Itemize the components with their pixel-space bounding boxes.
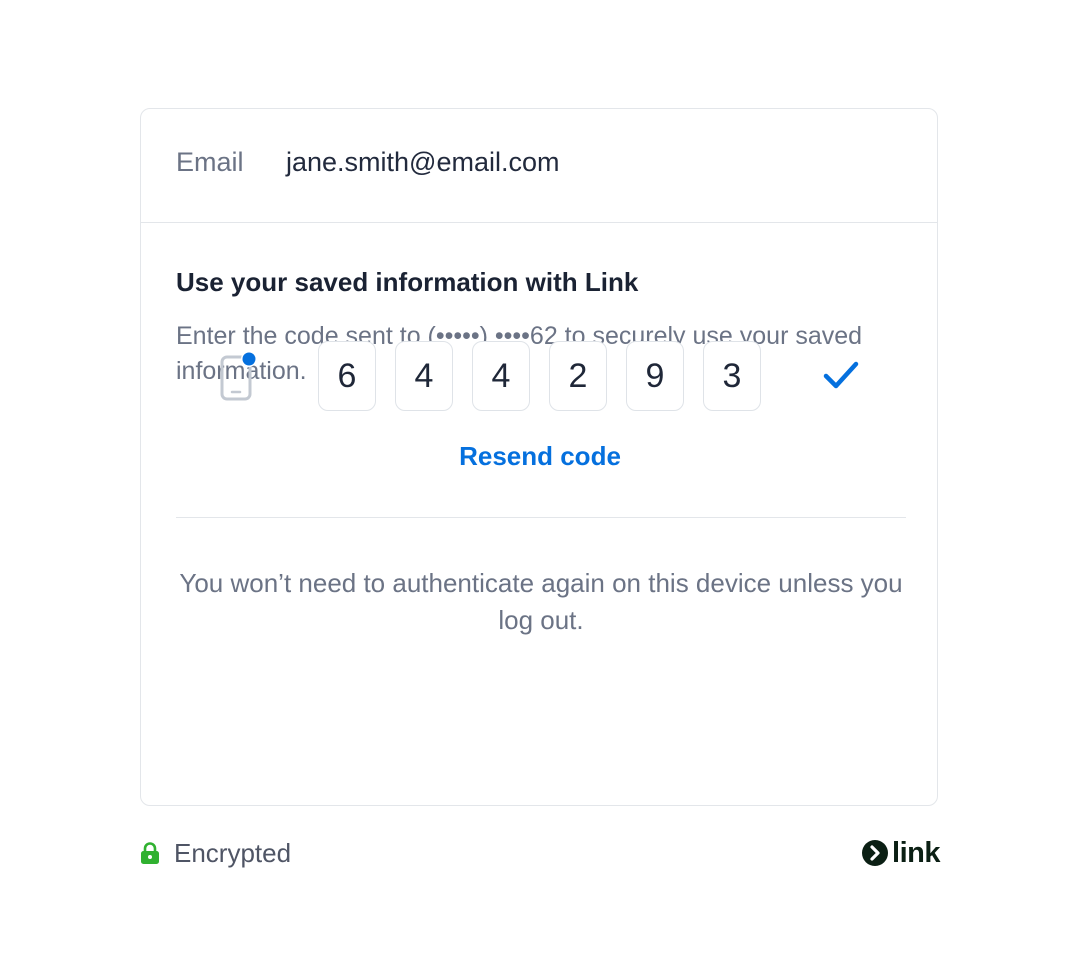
- link-logo-icon: [862, 840, 889, 866]
- link-logo-text: link: [892, 836, 940, 869]
- code-input-row: 6 4 4 2 9 3: [141, 341, 939, 415]
- encrypted-label: Encrypted: [174, 838, 292, 868]
- footer: Encrypted link: [140, 830, 940, 876]
- link-logo: link: [862, 836, 940, 870]
- code-digit-input-2[interactable]: 4: [395, 341, 453, 411]
- email-value[interactable]: jane.smith@email.com: [286, 147, 560, 178]
- phone-notification-icon: [220, 351, 257, 401]
- code-digit-input-5[interactable]: 9: [626, 341, 684, 411]
- code-digit-input-6[interactable]: 3: [703, 341, 761, 411]
- verification-heading: Use your saved information with Link: [176, 267, 639, 297]
- email-row[interactable]: Email jane.smith@email.com: [141, 109, 937, 223]
- divider: [176, 517, 906, 518]
- lock-icon: [141, 842, 159, 864]
- code-digit-input-4[interactable]: 2: [549, 341, 607, 411]
- code-digit-input-1[interactable]: 6: [318, 341, 376, 411]
- code-digit-input-3[interactable]: 4: [472, 341, 530, 411]
- authentication-note: You won’t need to authenticate again on …: [179, 568, 903, 635]
- resend-code-link[interactable]: Resend code: [141, 441, 939, 472]
- link-auth-card: Email jane.smith@email.com Use your save…: [140, 108, 938, 806]
- checkmark-icon: [823, 361, 859, 389]
- email-label: Email: [176, 147, 244, 177]
